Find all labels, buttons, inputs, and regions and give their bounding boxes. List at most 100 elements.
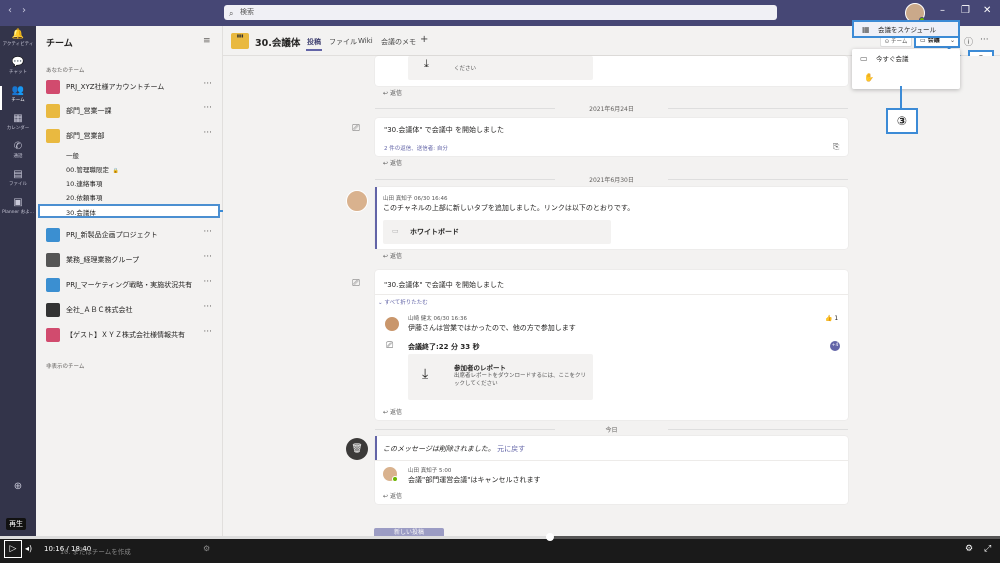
video-camera-icon: ▭ (920, 37, 928, 44)
more-options-icon[interactable]: ··· (203, 252, 212, 262)
search-input[interactable]: ⌕ 検索 (224, 5, 777, 20)
reply-meta: 山田 真知子 5:00 (408, 466, 451, 474)
undo-link[interactable]: 元に戻す (497, 445, 525, 453)
schedule-meeting-label: 会議をスケジュール (878, 26, 937, 34)
reply-label: 返信 (389, 253, 402, 260)
video-progress-fill (0, 536, 550, 539)
divider (375, 294, 848, 295)
team-item[interactable]: 部門_営業部 ··· (36, 125, 222, 147)
more-options-icon[interactable]: ··· (980, 35, 989, 45)
deleted-text: このメッセージは削除されました。 (383, 445, 495, 453)
team-item[interactable]: 全社_ＡＢＣ株式会社 ··· (36, 299, 222, 321)
panel-title: チーム (46, 39, 73, 49)
rail-item-bell[interactable]: 🔔 アクティビティ (0, 28, 36, 56)
more-options-icon[interactable]: ··· (203, 128, 212, 138)
team-name: 部門_営業部 (66, 132, 105, 140)
more-options-icon[interactable]: ··· (203, 227, 212, 237)
reply-label: 返信 (389, 160, 402, 167)
replies-summary-link[interactable]: 2 件の返信、送信者: 自分 (384, 144, 448, 152)
rail-item-label: ファイル (9, 182, 27, 187)
like-reaction[interactable]: 👍 1 (825, 315, 838, 322)
more-options-icon[interactable]: ··· (203, 302, 212, 312)
meet-button-label: 会議 (927, 37, 940, 44)
team-name: 【ゲスト】ＸＹＺ株式会社様情報共有 (66, 331, 185, 339)
fullscreen-icon[interactable]: ⤢ (984, 544, 991, 554)
chat-icon: 💬 (11, 57, 25, 68)
video-progress-handle[interactable] (546, 533, 554, 541)
team-item[interactable]: PRJ_XYZ社様アカウントチーム ··· (36, 76, 222, 98)
tab-posts[interactable]: 投稿 (307, 37, 321, 47)
team-logo (46, 104, 60, 118)
reply-link[interactable]: ↩ 返信 (383, 407, 402, 416)
video-camera-icon: ▭ (860, 54, 868, 63)
rail-item-apps[interactable]: ⊕ (0, 480, 36, 508)
reply-link[interactable]: ↩ 返信 (383, 251, 402, 260)
channel-item[interactable]: 一般 (66, 150, 79, 160)
like-count: 1 (834, 315, 839, 322)
rail-item-chat[interactable]: 💬 チャット (0, 56, 36, 84)
rail-item-planner[interactable]: ▣ Planner およ... (0, 196, 36, 224)
team-item[interactable]: 部門_営業一課 ··· (36, 100, 222, 122)
attachment-icon: ⎘ (833, 142, 840, 151)
more-options-icon[interactable]: ··· (203, 79, 212, 89)
minimize-icon[interactable]: – (940, 5, 945, 16)
post-author: 山田 真知子 (383, 196, 413, 202)
meeting-started-text: "30.会議体" で会議中 を開始しました (384, 281, 505, 289)
meeting-icon: ⎚ (352, 123, 360, 134)
collapse-all-link[interactable]: ⌄ すべて折りたたむ (378, 298, 428, 306)
channel-name: 30.会議体 (255, 38, 301, 49)
channel-label: 一般 (66, 152, 79, 160)
meeting-icon: ⎚ (352, 278, 360, 289)
rail-item-teams[interactable]: 👥 チーム (0, 84, 36, 112)
author-avatar[interactable] (346, 190, 368, 212)
video-progress-bar[interactable] (0, 536, 1000, 539)
channel-item[interactable]: 00.管理職限定 🔒 (66, 164, 119, 174)
play-icon[interactable]: ▷ (4, 540, 22, 558)
channel-item[interactable]: 10.連絡事項 (66, 178, 102, 188)
lock-icon: 🔒 (112, 168, 120, 174)
settings-icon-faint: ⚙ (203, 544, 211, 553)
tab-meeting-notes[interactable]: 会議のメモ (381, 37, 416, 47)
add-tab-button[interactable]: + (420, 34, 428, 45)
hidden-teams-header: 非表示のチーム (46, 364, 85, 370)
reply-author-avatar[interactable] (384, 316, 400, 332)
team-logo (46, 228, 60, 242)
report-file-partial[interactable] (408, 56, 593, 80)
team-logo (46, 303, 60, 317)
bell-icon: 🔔 (11, 29, 25, 40)
calendar-icon: ▦ (13, 113, 23, 124)
team-item[interactable]: PRJ_新製品企画プロジェクト ··· (36, 224, 222, 246)
team-item[interactable]: 【ゲスト】ＸＹＺ株式会社様情報共有 ··· (36, 324, 222, 346)
settings-icon[interactable]: ⚙ (965, 544, 973, 554)
forward-arrow-icon[interactable]: › (22, 5, 26, 16)
team-item[interactable]: PRJ_マーケティング戦略・実施状況共有 ··· (36, 274, 222, 296)
more-options-icon[interactable]: ··· (203, 327, 212, 337)
channel-team-logo: ▮▮▮ (231, 33, 249, 49)
team-logo (46, 328, 60, 342)
reply-author-avatar[interactable] (382, 466, 398, 482)
channel-item[interactable]: 30.会議体 (66, 207, 96, 217)
channel-item[interactable]: 20.依頼事項 (66, 192, 102, 202)
info-icon[interactable]: ⓘ (964, 35, 973, 48)
reply-link[interactable]: ↩ 返信 (383, 158, 402, 167)
tab-wiki[interactable]: Wiki (358, 37, 373, 45)
reply-link[interactable]: ↩ 返信 (383, 491, 402, 500)
back-arrow-icon[interactable]: ‹ (8, 5, 12, 16)
maximize-icon[interactable]: ❐ (961, 5, 970, 16)
meet-now-item[interactable]: ▭ 今すぐ会議 (852, 51, 960, 67)
reply-text: 伊藤さんは営業ではかったので、他の方で参加します (408, 324, 576, 332)
rail-item-calendar[interactable]: ▦ カレンダー (0, 112, 36, 140)
team-item[interactable]: 業務_経理業務グループ ··· (36, 249, 222, 271)
participants-badge[interactable]: +4 (830, 341, 840, 351)
rail-item-file[interactable]: ▤ ファイル (0, 168, 36, 196)
close-icon[interactable]: ✕ (983, 5, 991, 16)
volume-icon[interactable]: ◂) (25, 544, 32, 553)
filter-icon[interactable]: ≡ (203, 36, 211, 46)
rail-item-phone[interactable]: ✆ 通話 (0, 140, 36, 168)
more-options-icon[interactable]: ··· (203, 277, 212, 287)
tab-files[interactable]: ファイル (329, 37, 357, 47)
more-options-icon[interactable]: ··· (203, 103, 212, 113)
reply-link[interactable]: ↩ 返信 (383, 88, 402, 97)
post-time: 06/30 16:46 (414, 196, 448, 202)
schedule-meeting-item[interactable]: ▦ 会議をスケジュール (852, 20, 960, 38)
